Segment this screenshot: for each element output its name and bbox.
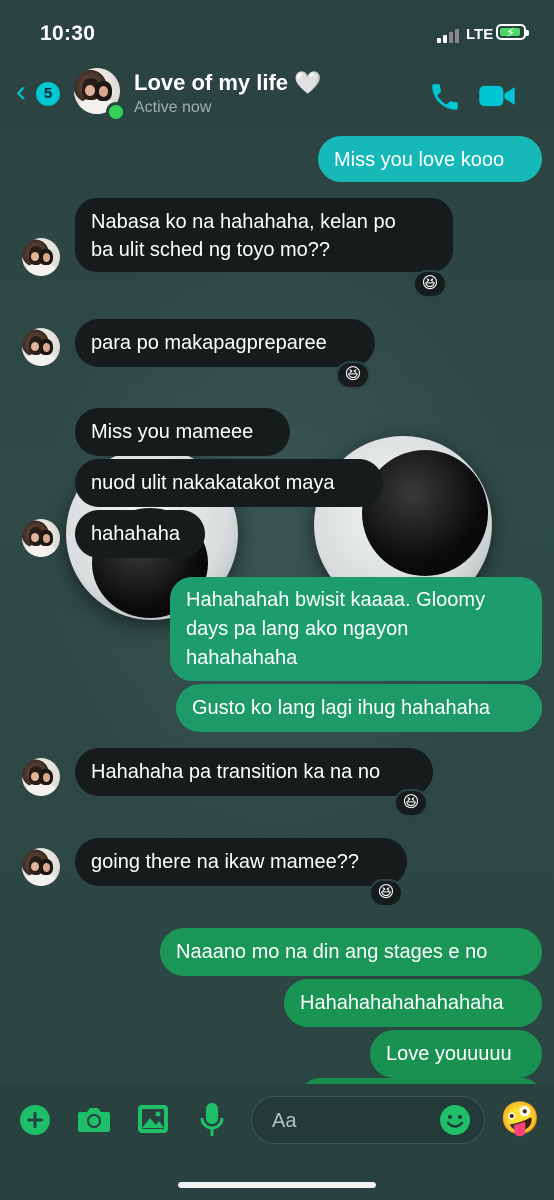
network-type: LTE xyxy=(466,26,494,43)
message-input-placeholder: Aa xyxy=(272,1110,297,1132)
signal-icon xyxy=(437,29,459,43)
message-line: ba ulit sched ng toyo mo?? xyxy=(91,239,331,261)
online-indicator xyxy=(106,102,126,122)
message-line: hahahahaha xyxy=(186,647,298,669)
message-reaction[interactable]: 😆 xyxy=(369,879,403,907)
quick-reaction-button[interactable]: 🤪 xyxy=(500,1098,540,1138)
plus-icon[interactable] xyxy=(19,1104,51,1136)
message-text: hahahaha xyxy=(91,523,180,545)
message-reaction[interactable]: 😆 xyxy=(394,789,428,817)
message-line: Hahahahah bwisit kaaaa. Gloomy xyxy=(186,589,486,611)
message-bubble-outgoing[interactable]: Love youuuuu xyxy=(370,1030,542,1078)
message-bubble-outgoing[interactable]: Naaano mo na din ang stages e no xyxy=(160,928,542,976)
conversation-header: ‹ 5 Love of my life 🤍 Active now xyxy=(0,62,554,126)
image-icon[interactable] xyxy=(137,1104,169,1134)
message-text: Naaano mo na din ang stages e no xyxy=(176,941,488,963)
contact-name[interactable]: Love of my life 🤍 xyxy=(134,70,322,96)
status-time: 10:30 xyxy=(40,22,96,45)
home-indicator xyxy=(178,1182,376,1188)
message-text: Hahahahahahahahaha xyxy=(300,992,504,1014)
message-text: nuod ulit nakakatakot maya xyxy=(91,472,335,494)
message-input[interactable]: Aa xyxy=(251,1096,485,1144)
message-bubble-incoming[interactable]: Hahahaha pa transition ka na no xyxy=(75,748,433,796)
message-text: Miss you mameee xyxy=(91,421,254,443)
message-bubble-incoming[interactable]: going there na ikaw mamee?? xyxy=(75,838,407,886)
message-bubble-incoming[interactable]: para po makapagpreparee xyxy=(75,319,375,367)
back-chevron-icon[interactable]: ‹ xyxy=(16,77,26,107)
message-bubble-outgoing[interactable]: Hahahahahahahahaha xyxy=(284,979,542,1027)
message-bubble-incoming[interactable]: nuod ulit nakakatakot maya xyxy=(75,459,383,507)
phone-icon[interactable] xyxy=(428,80,462,114)
sender-avatar[interactable] xyxy=(22,238,60,276)
message-text: Miss you love kooo xyxy=(334,149,505,171)
message-bubble-incoming[interactable]: Nabasa ko na hahahaha, kelan po ba ulit … xyxy=(75,198,453,272)
sender-avatar[interactable] xyxy=(22,758,60,796)
message-text: para po makapagpreparee xyxy=(91,332,327,354)
message-text: Gusto ko lang lagi ihug hahahaha xyxy=(192,697,491,719)
battery-icon: ⚡ xyxy=(496,24,529,40)
sender-avatar[interactable] xyxy=(22,328,60,366)
message-reaction[interactable]: 😆 xyxy=(336,361,370,389)
microphone-icon[interactable] xyxy=(200,1102,224,1138)
message-bubble-outgoing[interactable]: Gusto ko lang lagi ihug hahahaha xyxy=(176,684,542,732)
message-line: Nabasa ko na hahahaha, kelan po xyxy=(91,211,396,233)
presence-status: Active now xyxy=(134,99,212,116)
message-bubble-outgoing[interactable]: Hahahahah bwisit kaaaa. Gloomy days pa l… xyxy=(170,577,542,681)
message-text: Love youuuuu xyxy=(386,1043,512,1065)
video-camera-icon[interactable] xyxy=(478,82,516,110)
message-bubble-incoming[interactable]: hahahaha xyxy=(75,510,205,558)
sender-avatar[interactable] xyxy=(22,519,60,557)
emoji-icon[interactable] xyxy=(440,1105,470,1135)
message-bubble-incoming[interactable]: Miss you mameee xyxy=(75,408,290,456)
status-bar: 10:30 LTE ⚡ xyxy=(0,0,554,62)
message-reaction[interactable]: 😆 xyxy=(413,270,447,298)
message-text: Hahahaha pa transition ka na no xyxy=(91,761,381,783)
sender-avatar[interactable] xyxy=(22,848,60,886)
message-bubble-outgoing[interactable]: Miss you love kooo xyxy=(318,136,542,182)
camera-icon[interactable] xyxy=(76,1104,112,1136)
unread-count-badge[interactable]: 5 xyxy=(36,82,60,106)
message-text: going there na ikaw mamee?? xyxy=(91,851,359,873)
message-line: days pa lang ako ngayon xyxy=(186,618,409,640)
